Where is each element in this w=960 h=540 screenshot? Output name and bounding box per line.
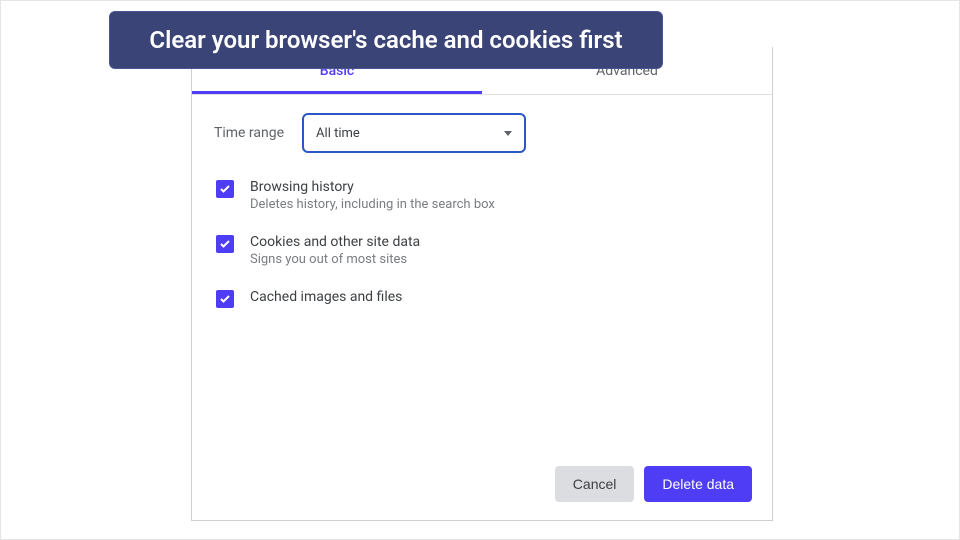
time-range-select[interactable]: All time (302, 113, 526, 153)
banner-text: Clear your browser's cache and cookies f… (149, 26, 622, 54)
option-cached: Cached images and files (214, 289, 750, 308)
option-title: Cached images and files (250, 289, 402, 305)
checkbox-cookies[interactable] (216, 235, 234, 253)
option-cookies: Cookies and other site data Signs you ou… (214, 234, 750, 267)
delete-data-button[interactable]: Delete data (644, 466, 752, 502)
option-sub: Deletes history, including in the search… (250, 197, 495, 212)
dialog-footer: Cancel Delete data (192, 450, 772, 520)
cancel-button-label: Cancel (573, 476, 617, 492)
check-icon (219, 183, 231, 195)
option-browsing-history: Browsing history Deletes history, includ… (214, 179, 750, 212)
option-text: Cookies and other site data Signs you ou… (250, 234, 420, 267)
option-text: Browsing history Deletes history, includ… (250, 179, 495, 212)
dialog-content: Time range All time Browsing history Del… (192, 95, 772, 450)
time-range-row: Time range All time (214, 113, 750, 153)
time-range-label: Time range (214, 125, 284, 141)
option-title: Browsing history (250, 179, 495, 195)
clear-data-dialog: Basic Advanced Time range All time Brows… (191, 47, 773, 521)
time-range-value: All time (316, 126, 360, 141)
checkbox-browsing-history[interactable] (216, 180, 234, 198)
chevron-down-icon (504, 131, 512, 136)
check-icon (219, 293, 231, 305)
checkbox-cached[interactable] (216, 290, 234, 308)
option-text: Cached images and files (250, 289, 402, 305)
cancel-button[interactable]: Cancel (555, 466, 635, 502)
option-title: Cookies and other site data (250, 234, 420, 250)
option-sub: Signs you out of most sites (250, 252, 420, 267)
delete-button-label: Delete data (662, 476, 734, 492)
instruction-banner: Clear your browser's cache and cookies f… (109, 11, 663, 69)
check-icon (219, 238, 231, 250)
